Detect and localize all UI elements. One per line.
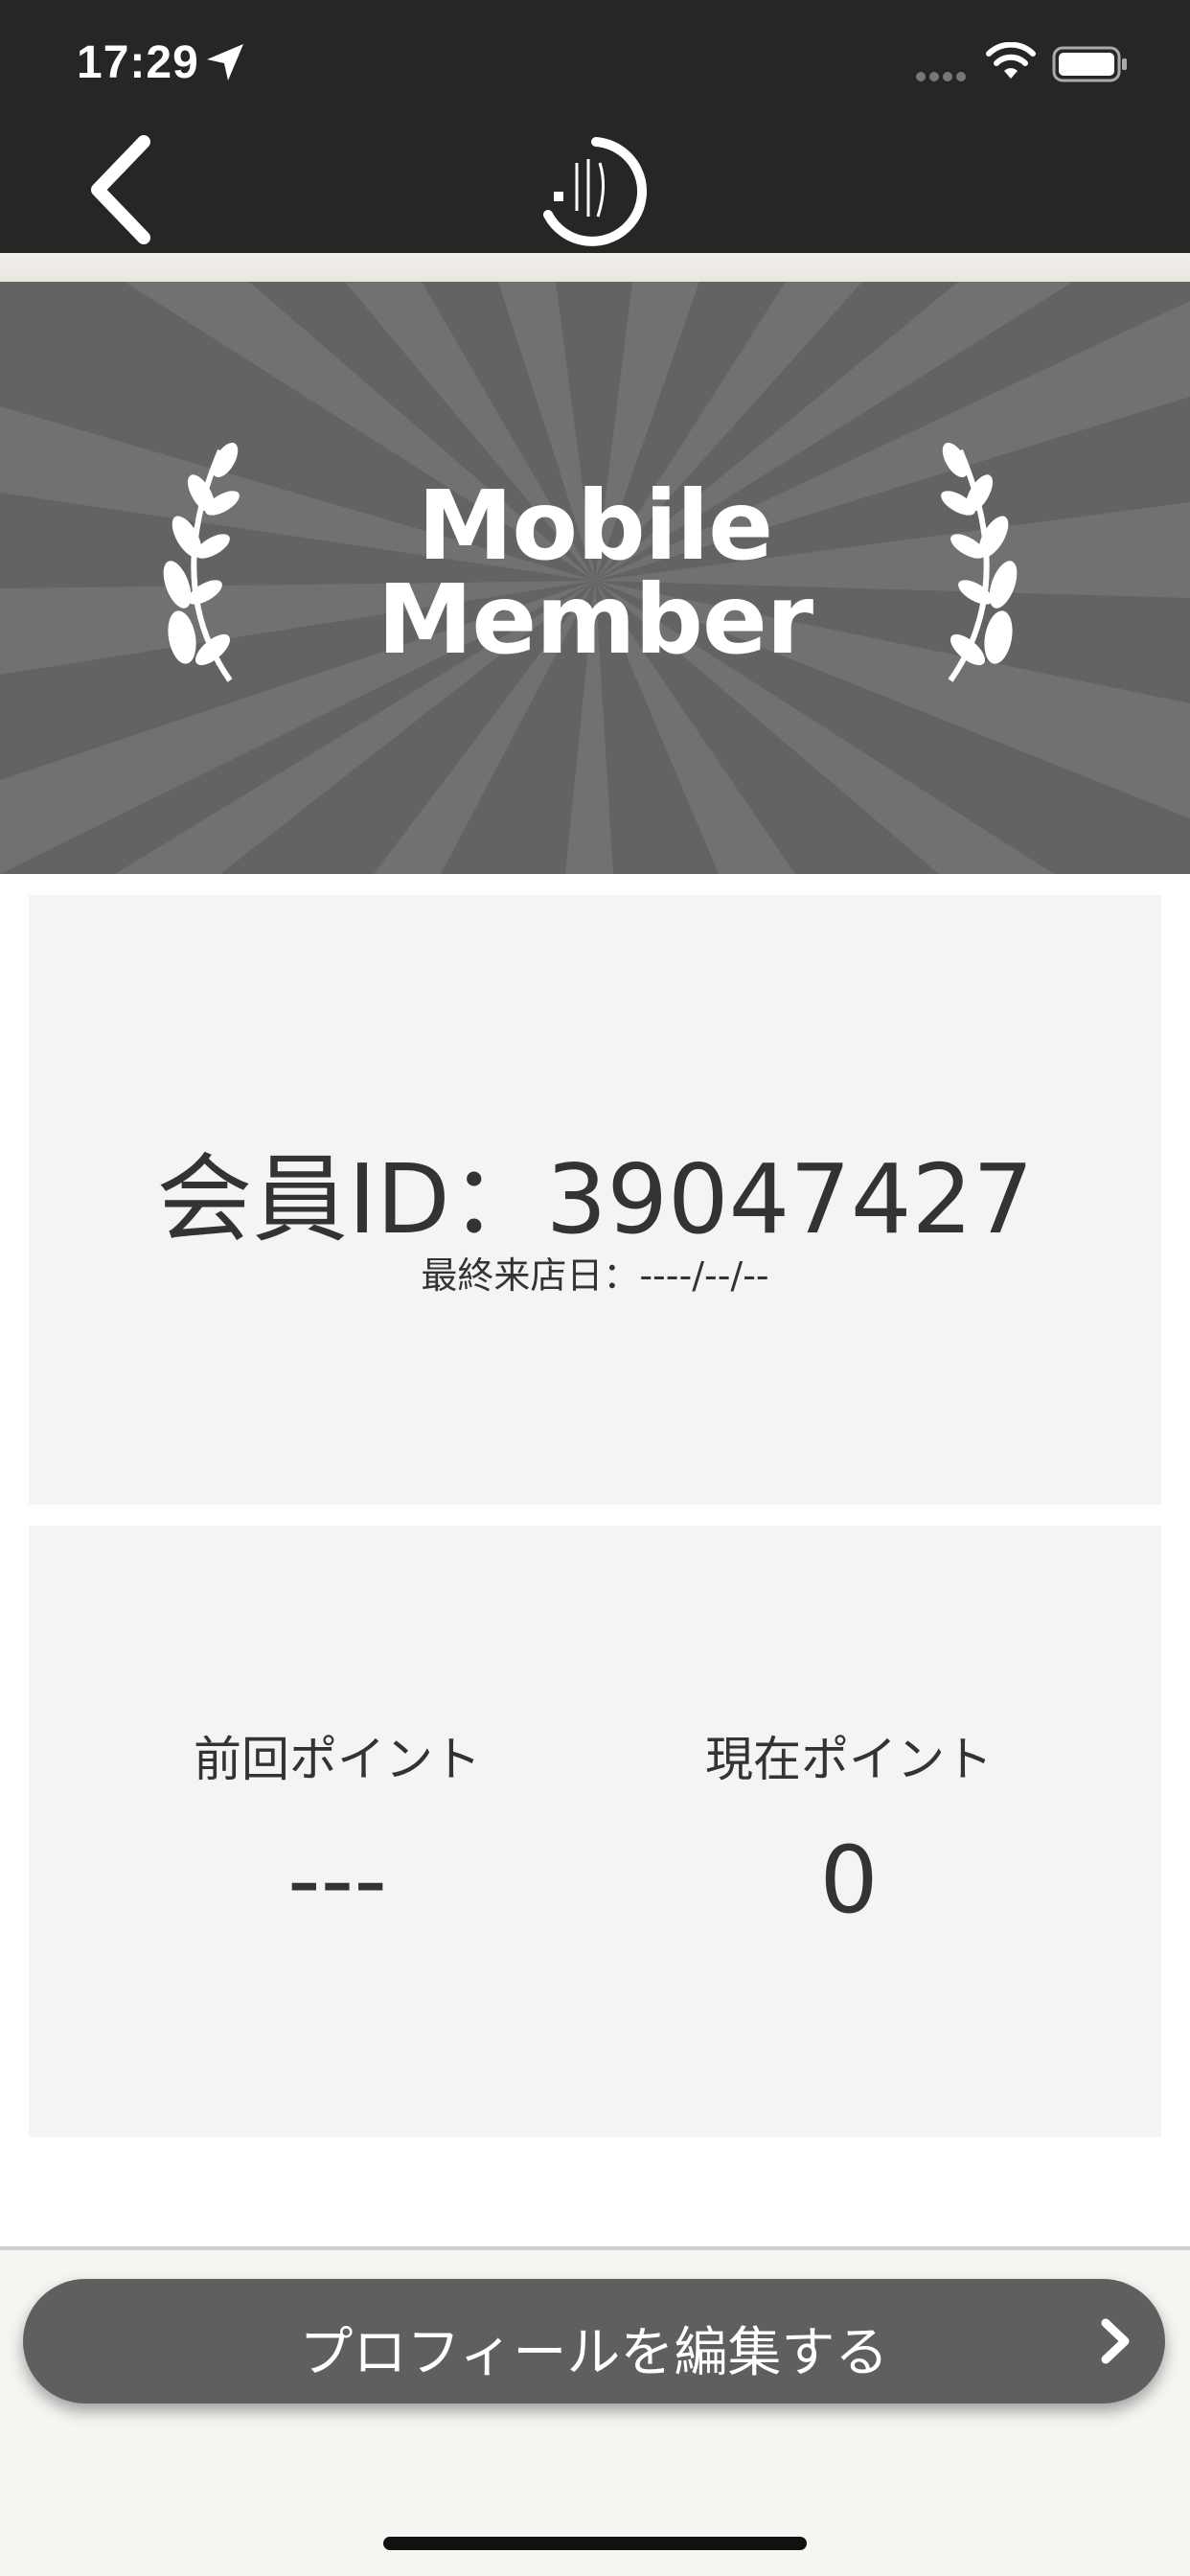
- status-time: 17:29: [77, 37, 199, 88]
- banner-title-line2: Member: [377, 564, 813, 676]
- edit-profile-label: プロフィールを編集する: [299, 2322, 889, 2384]
- wifi-icon: [986, 42, 1036, 79]
- edit-profile-button[interactable]: プロフィールを編集する: [23, 2279, 1165, 2404]
- paper-texture-strip: [0, 253, 1190, 282]
- back-chevron-icon[interactable]: [84, 134, 161, 249]
- brand-logo-icon[interactable]: [538, 134, 653, 249]
- previous-points-label: 前回ポイント: [194, 1732, 481, 1787]
- top-bar: 17:29: [0, 0, 1190, 253]
- location-arrow-icon: [207, 44, 243, 80]
- banner-title-line1: Mobile: [417, 470, 773, 582]
- last-visit-date: 最終来店日：----/--/--: [421, 1254, 769, 1297]
- current-points-value: 0: [819, 1827, 879, 1934]
- home-indicator[interactable]: [383, 2537, 807, 2550]
- previous-points-value: ---: [287, 1827, 387, 1934]
- current-points-label: 現在ポイント: [705, 1732, 993, 1787]
- battery-icon: [1052, 46, 1127, 82]
- member-id-text: 会員ID：39047427: [156, 1143, 1034, 1255]
- chevron-right-icon: [1101, 2318, 1130, 2364]
- cellular-signal-icon: [916, 72, 966, 81]
